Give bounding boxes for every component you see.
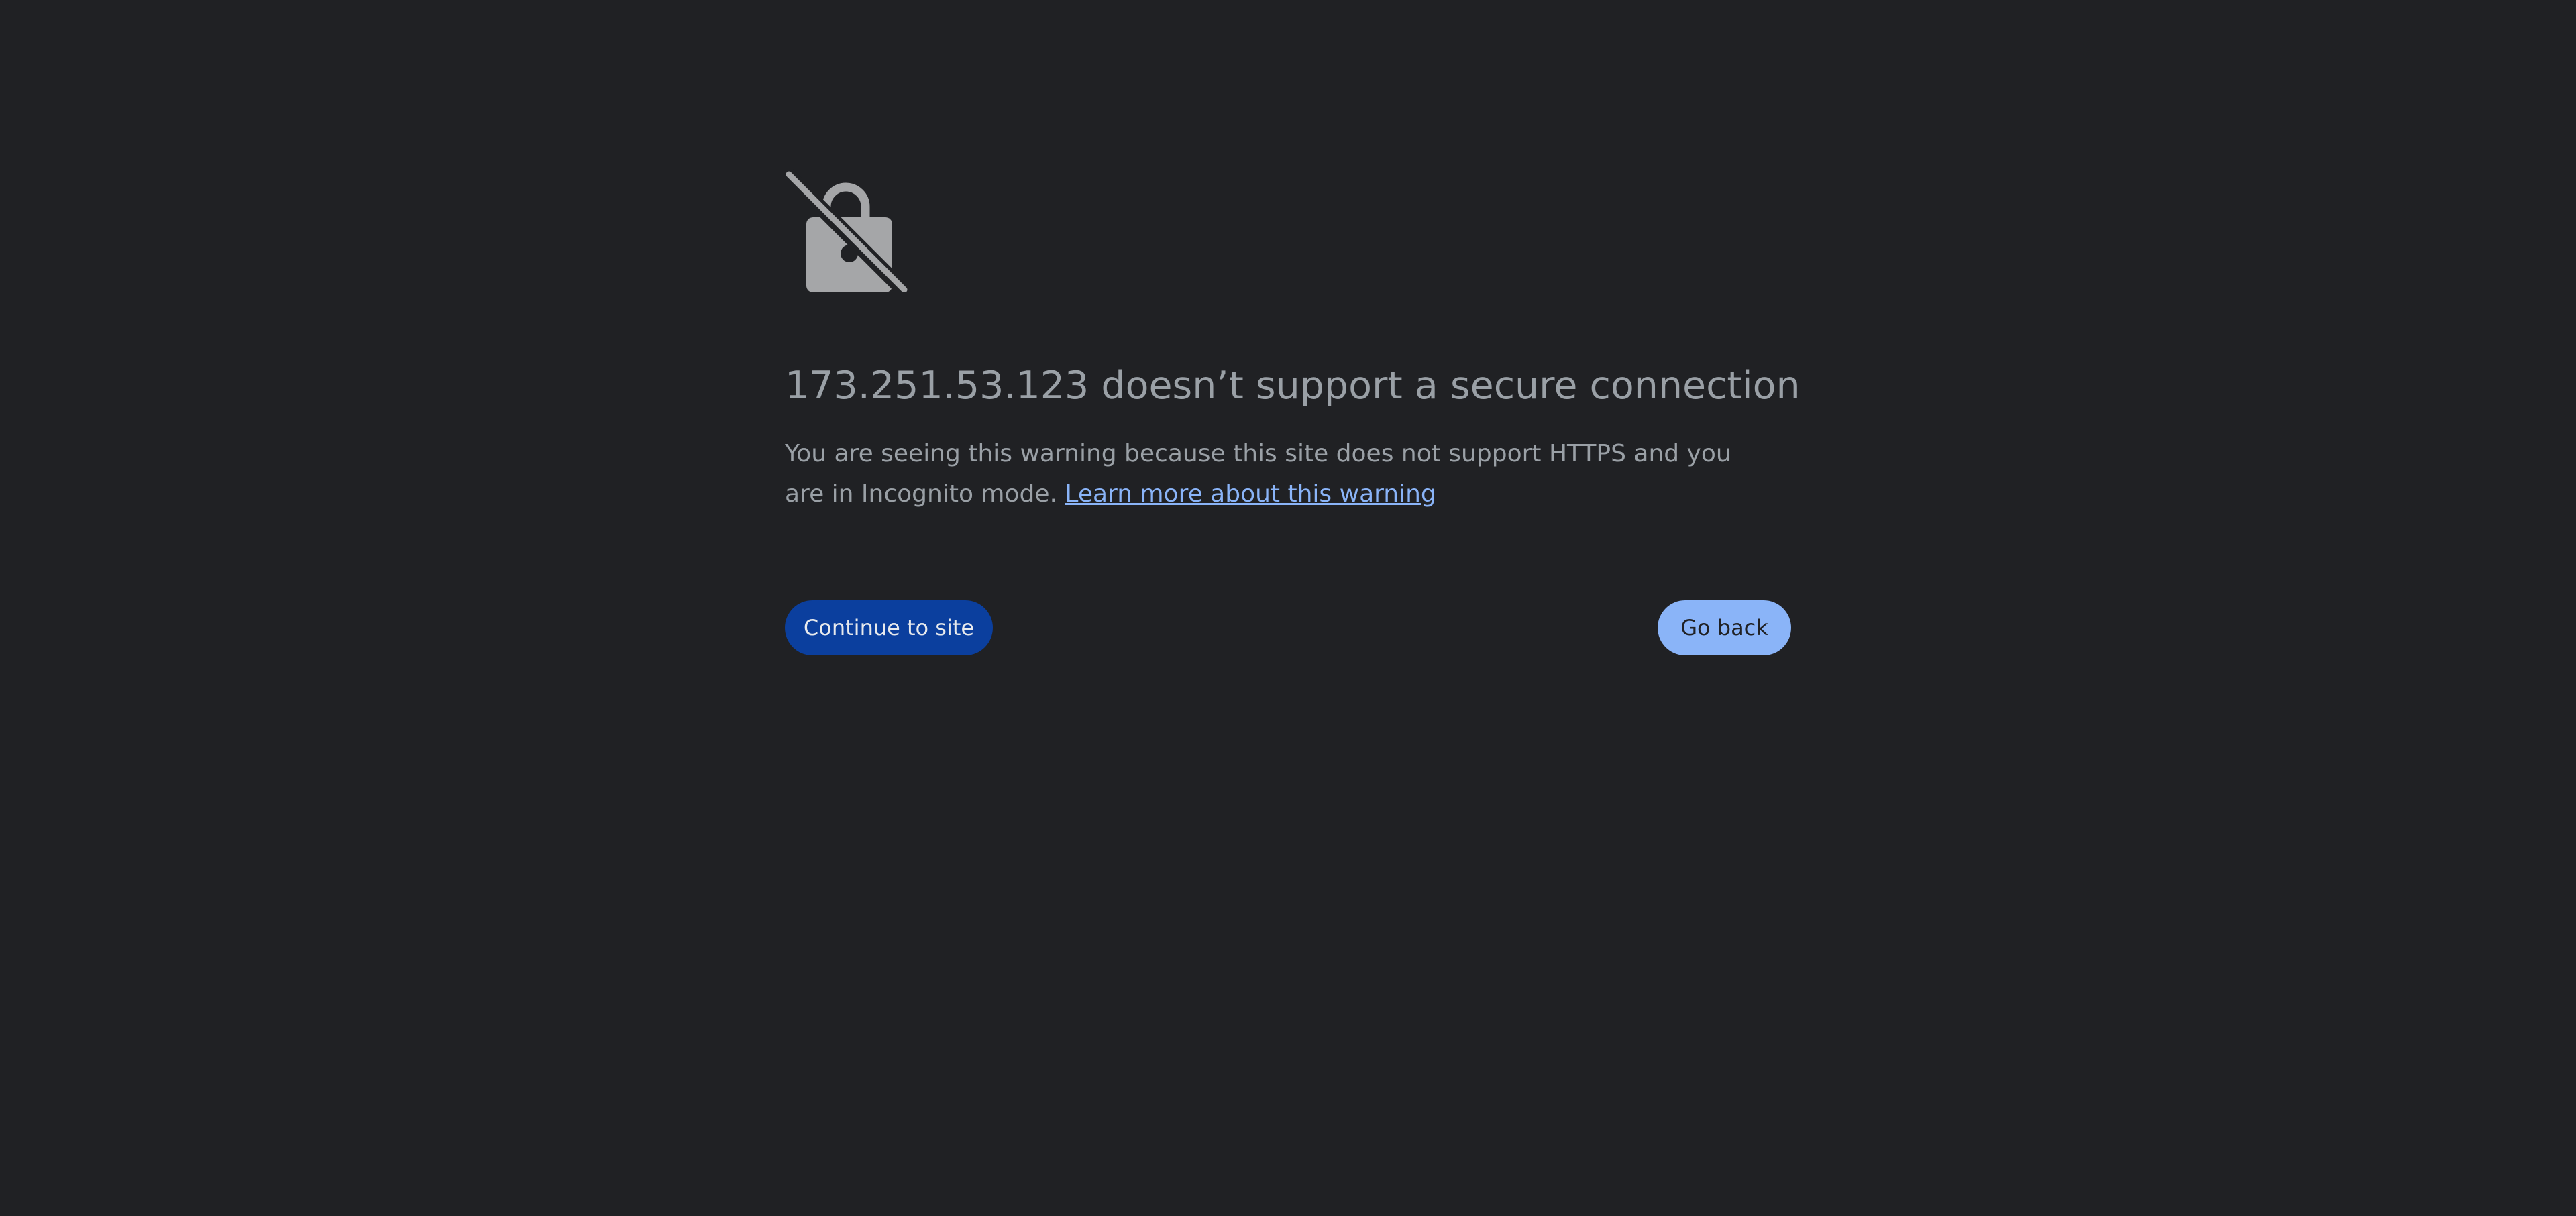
interstitial-content: 173.251.53.123 doesn’t support a secure … (785, 169, 1801, 655)
page-title: 173.251.53.123 doesn’t support a secure … (785, 364, 1801, 408)
continue-to-site-button[interactable]: Continue to site (785, 600, 993, 655)
go-back-button[interactable]: Go back (1658, 600, 1791, 655)
lock-off-icon (785, 169, 908, 292)
warning-explanation: You are seeing this warning because this… (785, 434, 1751, 514)
interstitial-page: 173.251.53.123 doesn’t support a secure … (0, 0, 2576, 1216)
learn-more-link[interactable]: Learn more about this warning (1065, 480, 1436, 508)
